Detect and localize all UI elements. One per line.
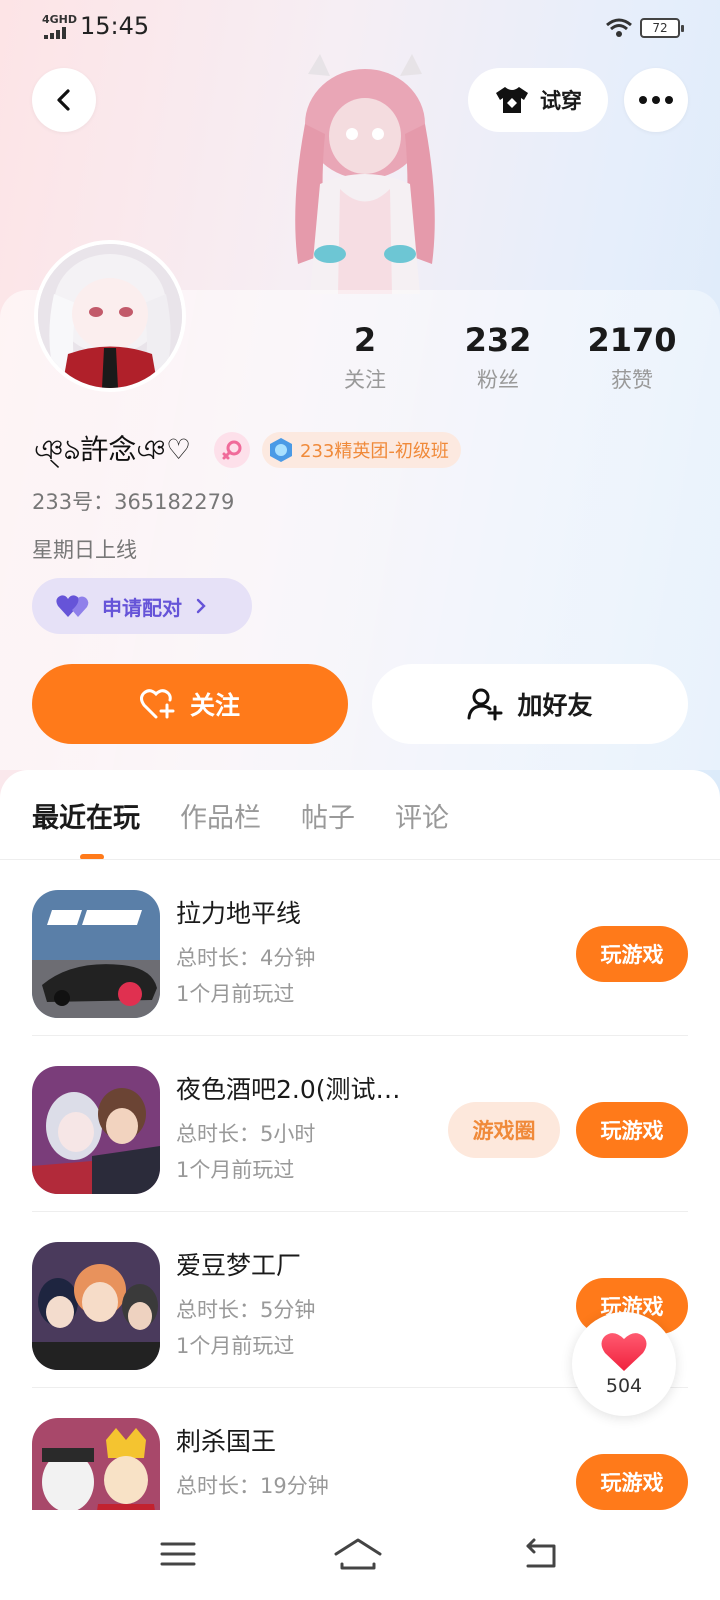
double-heart-icon [56, 595, 89, 617]
stat-following[interactable]: 2 关注 [305, 320, 425, 394]
content-panel: 最近在玩 作品栏 帖子 评论 拉力地平线 总时长：4分钟 1个月前玩过 玩游戏 … [0, 770, 720, 1600]
game-title: 夜色酒吧2.0(测试… [176, 1075, 401, 1104]
badge-gem-icon [270, 438, 292, 462]
game-row[interactable]: 拉力地平线 总时长：4分钟 1个月前玩过 玩游戏 [0, 860, 720, 1036]
game-title: 拉力地平线 [176, 899, 302, 928]
add-user-icon [467, 688, 503, 721]
heart-icon [601, 1333, 647, 1371]
follow-button[interactable]: 关注 [32, 664, 348, 744]
game-duration: 总时长：4分钟 [176, 946, 316, 970]
game-last-played: 1个月前玩过 [176, 1158, 295, 1182]
likes-floating-button[interactable]: 504 [572, 1312, 676, 1416]
profile-screen: { "status_bar": {"network": "4GHD", "tim… [0, 0, 720, 1600]
game-duration: 总时长：19分钟 [176, 1474, 329, 1498]
play-game-button[interactable]: 玩游戏 [576, 926, 688, 982]
avatar-image [38, 244, 182, 388]
stat-label: 关注 [344, 368, 386, 392]
add-friend-label: 加好友 [517, 691, 593, 720]
game-last-played: 1个月前玩过 [176, 1334, 295, 1358]
tab-posts[interactable]: 帖子 [301, 796, 355, 836]
game-title: 爱豆梦工厂 [176, 1251, 302, 1280]
game-title: 刺杀国王 [176, 1427, 277, 1456]
game-duration: 总时长：5分钟 [176, 1298, 316, 1322]
female-gender-icon [214, 432, 250, 468]
play-game-button[interactable]: 玩游戏 [576, 1454, 688, 1510]
likes-count: 504 [605, 1375, 643, 1397]
home-icon[interactable] [334, 1534, 382, 1574]
stat-label: 获赞 [611, 368, 653, 392]
status-time: 15:45 [80, 12, 150, 40]
stat-value: 2 [353, 321, 377, 359]
game-icon-rally-horizon [32, 890, 160, 1018]
chevron-left-icon [57, 89, 70, 111]
try-on-button[interactable]: 试穿 [468, 68, 608, 132]
follow-label: 关注 [189, 691, 240, 720]
stat-label: 粉丝 [477, 368, 519, 392]
stat-value: 2170 [587, 321, 677, 359]
stat-value: 232 [464, 321, 532, 359]
more-dots-icon [639, 96, 673, 104]
avatar-3d-character [295, 54, 435, 294]
heart-plus-icon [139, 689, 175, 719]
network-type: 4GHD [42, 13, 78, 26]
wifi-icon [606, 18, 632, 37]
tab-works[interactable]: 作品栏 [180, 796, 261, 836]
add-friend-button[interactable]: 加好友 [372, 664, 688, 744]
game-circle-button[interactable]: 游戏圈 [448, 1102, 560, 1158]
pair-label: 申请配对 [102, 595, 182, 620]
apply-pairing-button[interactable]: 申请配对 [32, 578, 252, 634]
battery-icon: 72 [640, 18, 684, 38]
try-on-label: 试穿 [540, 89, 582, 113]
menu-icon[interactable] [158, 1534, 198, 1574]
more-options-button[interactable] [624, 68, 688, 132]
back-nav-icon[interactable] [522, 1534, 562, 1574]
avatar[interactable] [34, 240, 186, 392]
tab-comments[interactable]: 评论 [395, 796, 449, 836]
game-icon-idol-factory [32, 1242, 160, 1370]
stat-fans[interactable]: 232 粉丝 [438, 320, 558, 394]
username: ঞ্ঌ許念ঞ♡ [34, 433, 192, 466]
game-icon-night-bar [32, 1066, 160, 1194]
game-duration: 总时长：5小时 [176, 1122, 316, 1146]
game-last-played: 1个月前玩过 [176, 982, 295, 1006]
badge-label: 233精英团-初级班 [300, 441, 449, 462]
signal-icon [44, 27, 74, 39]
stat-likes[interactable]: 2170 获赞 [572, 320, 692, 394]
group-badge[interactable]: 233精英团-初级班 [262, 432, 461, 468]
play-game-button[interactable]: 玩游戏 [576, 1102, 688, 1158]
chevron-right-icon [196, 598, 206, 614]
user-id: 233号：365182279 [32, 490, 235, 514]
back-button[interactable] [32, 68, 96, 132]
tab-bar: 最近在玩 作品栏 帖子 评论 [32, 796, 449, 836]
last-online: 星期日上线 [32, 538, 137, 562]
system-nav-bar [0, 1510, 720, 1600]
status-bar: 4GHD 15:45 72 [0, 0, 720, 56]
game-row[interactable]: 夜色酒吧2.0(测试… 总时长：5小时 1个月前玩过 游戏圈 玩游戏 [0, 1036, 720, 1212]
tab-recently-played[interactable]: 最近在玩 [32, 796, 140, 836]
tshirt-icon [496, 87, 528, 113]
